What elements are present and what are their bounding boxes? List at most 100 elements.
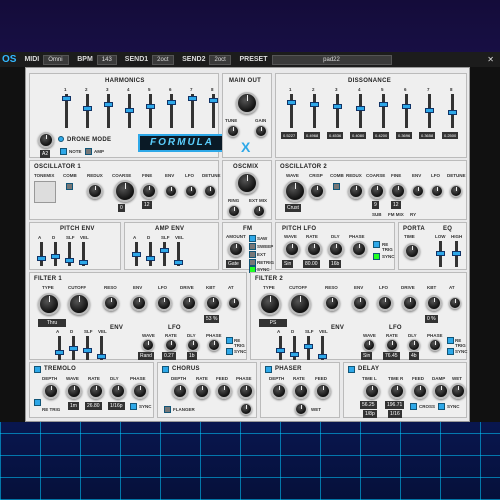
delay-sync-toggle[interactable] [438, 403, 445, 410]
chorus-rate-knob[interactable] [194, 383, 210, 399]
chorus-depth-knob[interactable] [172, 383, 188, 399]
tremolo-dly-knob[interactable] [110, 383, 126, 399]
env-slider-vel[interactable] [79, 242, 88, 266]
pitch-lfo-sync-toggle[interactable] [373, 253, 380, 260]
harmonic-slider-8[interactable] [209, 94, 218, 128]
lfo1-wave-knob[interactable] [142, 339, 154, 351]
osc1-tonemix-pad[interactable] [34, 181, 56, 203]
lfo2-wave-knob[interactable] [363, 339, 375, 351]
filter2-cutoff-knob[interactable] [289, 293, 311, 315]
env-slider-vel[interactable] [97, 336, 106, 360]
lfo2-rate-knob[interactable] [386, 339, 398, 351]
env-slider-vel[interactable] [174, 242, 183, 266]
osc2-env-knob[interactable] [412, 185, 424, 197]
chorus-phase-knob[interactable] [238, 383, 254, 399]
lfo1-dly-knob[interactable] [187, 339, 199, 351]
filter1-env-knob[interactable] [131, 295, 147, 311]
tremolo-wave-knob[interactable] [66, 383, 82, 399]
porta-time-knob[interactable] [404, 243, 420, 259]
phaser-rate-knob[interactable] [293, 383, 309, 399]
lfo2-sync-toggle[interactable] [447, 348, 454, 355]
drone-led[interactable] [58, 136, 64, 142]
phaser-feed-knob[interactable] [315, 383, 331, 399]
filter2-reso-knob[interactable] [324, 295, 340, 311]
fm-sweep-toggle[interactable] [249, 243, 256, 250]
filter2-lfo-knob[interactable] [377, 295, 393, 311]
eq-high-slider[interactable] [452, 241, 461, 267]
main-volume-knob[interactable] [236, 92, 258, 114]
tremolo-rate-knob[interactable] [88, 383, 104, 399]
dissonance-slider-5[interactable] [379, 94, 388, 128]
tremolo-sync-toggle[interactable] [130, 403, 137, 410]
env-slider-a[interactable] [37, 242, 46, 266]
env-slider-a[interactable] [132, 242, 141, 266]
delay-cross-toggle[interactable] [410, 403, 417, 410]
harmonic-slider-3[interactable] [104, 94, 113, 128]
close-icon[interactable]: ✕ [487, 55, 494, 64]
filter2-kbt-knob[interactable] [426, 295, 442, 311]
fm-saw-toggle[interactable] [249, 235, 256, 242]
eq-low-slider[interactable] [436, 241, 445, 267]
pitch-lfo-wave-knob[interactable] [284, 241, 300, 257]
osc1-fine-knob[interactable] [141, 183, 157, 199]
osc1-lfo-knob[interactable] [185, 185, 197, 197]
dissonance-slider-8[interactable] [448, 94, 457, 128]
env-slider-d[interactable] [146, 242, 155, 266]
tune-knob[interactable] [227, 125, 239, 137]
midi-field[interactable]: Omni [43, 54, 70, 65]
filter1-drive-knob[interactable] [181, 295, 197, 311]
env-slider-slf[interactable] [83, 336, 92, 360]
env-slider-slf[interactable] [65, 242, 74, 266]
chorus-wet-knob[interactable] [240, 403, 252, 415]
filter1-at-knob[interactable] [228, 297, 240, 309]
env-slider-d[interactable] [290, 336, 299, 360]
send2-field[interactable]: 2oct [209, 54, 232, 65]
dissonance-slider-2[interactable] [310, 94, 319, 128]
lfo2-phase-knob[interactable] [429, 339, 441, 351]
env-slider-slf[interactable] [304, 336, 313, 360]
delay-time-l-knob[interactable] [364, 383, 380, 399]
env-slider-a[interactable] [276, 336, 285, 360]
drone-note-toggle[interactable] [60, 148, 67, 155]
preset-field[interactable]: pad22 [271, 54, 392, 65]
osc1-comb-toggle[interactable] [66, 183, 73, 190]
osc2-detune-knob[interactable] [450, 185, 462, 197]
filter2-drive-knob[interactable] [402, 295, 418, 311]
send1-field[interactable]: 2oct [152, 54, 175, 65]
tremolo-depth-knob[interactable] [43, 383, 59, 399]
tremolo-enable-toggle[interactable] [34, 366, 41, 373]
dissonance-slider-1[interactable] [287, 94, 296, 128]
harmonic-slider-1[interactable] [62, 94, 71, 128]
drone-key-knob[interactable] [38, 132, 54, 148]
chorus-enable-toggle[interactable] [162, 366, 169, 373]
delay-damp-knob[interactable] [433, 383, 449, 399]
dissonance-slider-7[interactable] [425, 94, 434, 128]
delay-feed-knob[interactable] [412, 383, 428, 399]
osc1-detune-knob[interactable] [204, 185, 216, 197]
phaser-depth-knob[interactable] [271, 383, 287, 399]
lfo2-dly-knob[interactable] [408, 339, 420, 351]
filter2-type-knob[interactable] [259, 293, 281, 315]
phaser-wet-knob[interactable] [295, 403, 307, 415]
delay-wet-knob[interactable] [450, 383, 466, 399]
pitch-lfo-phase-knob[interactable] [351, 241, 367, 257]
fm-amount-knob[interactable] [228, 241, 244, 257]
gain-knob[interactable] [255, 125, 267, 137]
osc2-redux-knob[interactable] [348, 183, 364, 199]
osc2-comb-toggle[interactable] [333, 183, 340, 190]
osc1-redux-knob[interactable] [87, 183, 103, 199]
drone-amp-toggle[interactable] [85, 148, 92, 155]
oscmix-knob[interactable] [236, 172, 258, 194]
chorus-feed-knob[interactable] [216, 383, 232, 399]
phaser-enable-toggle[interactable] [265, 366, 272, 373]
osc1-coarse-knob[interactable] [114, 180, 136, 202]
filter1-reso-knob[interactable] [103, 295, 119, 311]
lfo2-retrig-toggle[interactable] [447, 337, 454, 344]
extmix-knob[interactable] [253, 205, 265, 217]
filter1-kbt-knob[interactable] [205, 295, 221, 311]
env-slider-slf[interactable] [160, 242, 169, 266]
osc2-fine-knob[interactable] [390, 183, 406, 199]
harmonic-slider-6[interactable] [167, 94, 176, 128]
delay-time-r-knob[interactable] [389, 383, 405, 399]
delay-enable-toggle[interactable] [348, 366, 355, 373]
